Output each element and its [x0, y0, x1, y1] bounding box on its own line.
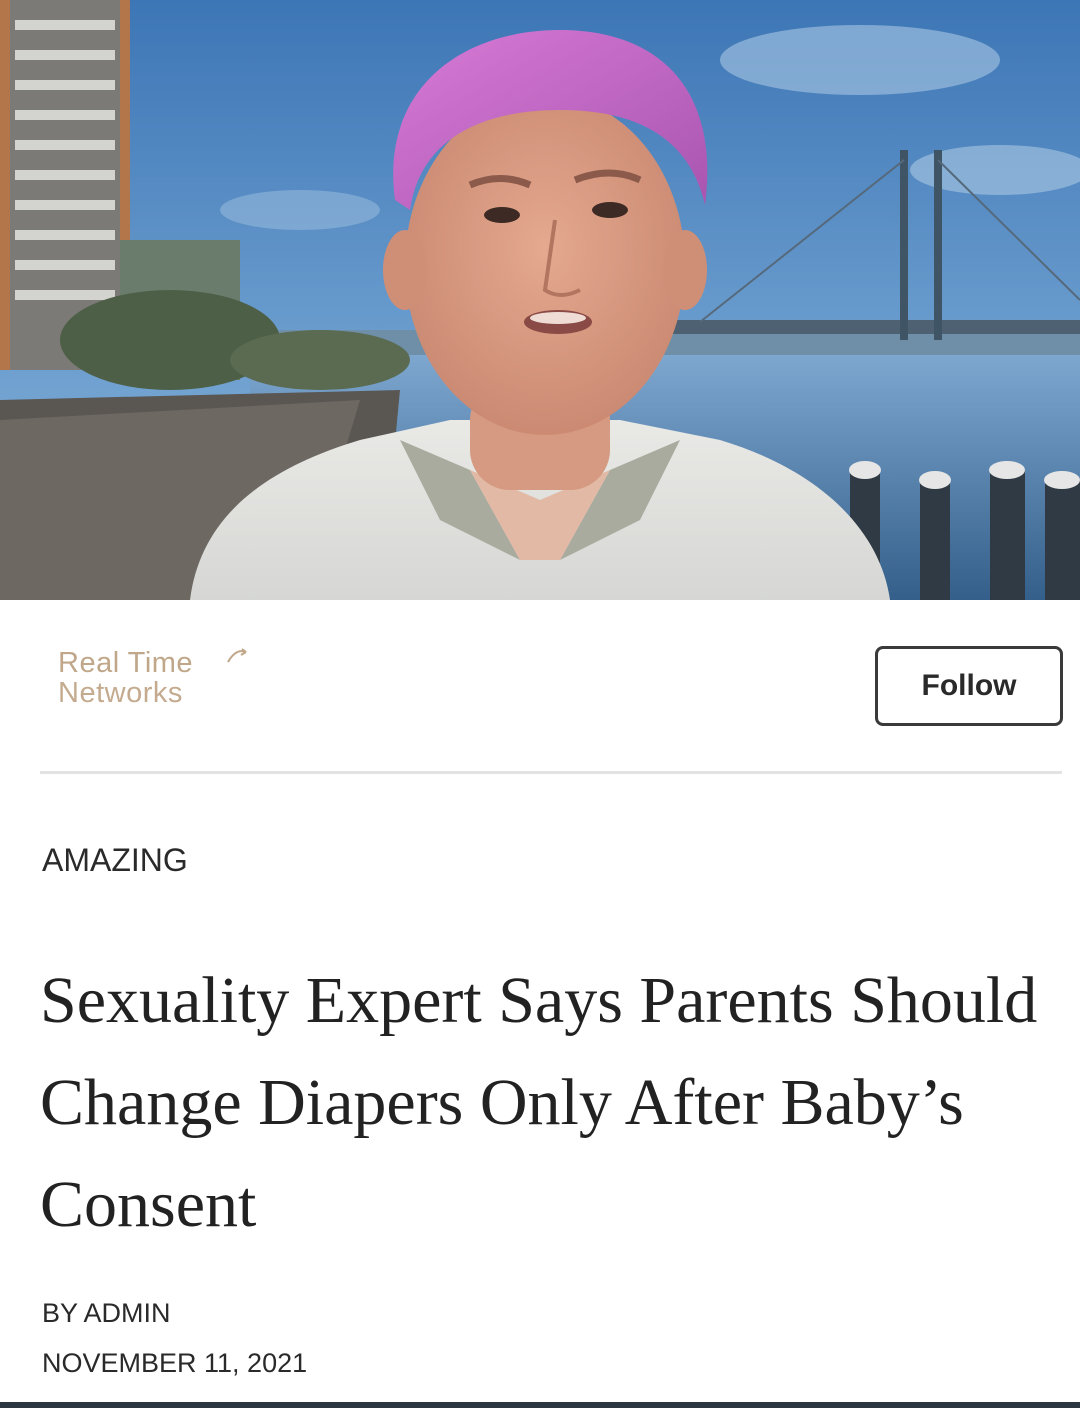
- author-byline: BY ADMIN: [42, 1298, 171, 1328]
- hero-image[interactable]: [0, 0, 1080, 600]
- play-arrow-icon: [227, 648, 247, 663]
- publisher-bar: Real Time Networks Follow: [0, 600, 1080, 775]
- publish-date: NOVEMBER 11, 2021: [42, 1348, 308, 1378]
- publisher-logo[interactable]: Real Time Networks: [58, 648, 268, 720]
- follow-button[interactable]: Follow: [875, 646, 1063, 726]
- article-headline[interactable]: Sexuality Expert Says Parents Should Cha…: [40, 950, 1060, 1256]
- screen-bottom-edge: [0, 1402, 1080, 1408]
- divider: [40, 771, 1062, 774]
- publisher-name-line2: Networks: [58, 677, 183, 709]
- article-card: Real Time Networks Follow AMAZING Sexual…: [0, 0, 1080, 1402]
- category-label[interactable]: AMAZING: [42, 842, 188, 879]
